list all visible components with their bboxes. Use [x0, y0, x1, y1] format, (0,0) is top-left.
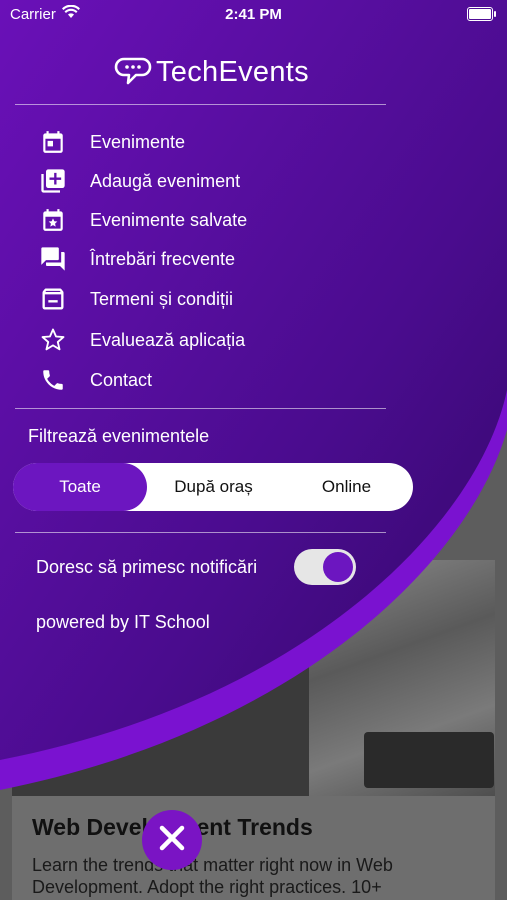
filter-segmented-control: Toate După oraș Online — [13, 463, 413, 511]
app-title: TechEvents — [156, 55, 309, 88]
inbox-icon — [38, 284, 68, 314]
menu-item-label: Evenimente salvate — [90, 209, 248, 230]
powered-by-label: powered by IT School — [36, 612, 210, 632]
calendar-star-icon — [38, 205, 68, 235]
menu-item-intrebari-frecvente[interactable]: Întrebări frecvente — [38, 243, 235, 275]
close-icon — [157, 823, 187, 858]
forum-icon — [38, 244, 68, 274]
menu-item-evalueaza-aplicatia[interactable]: Evaluează aplicația — [38, 324, 245, 356]
menu-item-label: Contact — [90, 369, 153, 390]
status-bar: Carrier 2:41 PM — [0, 0, 507, 28]
toggle-knob — [323, 552, 353, 582]
battery-icon — [467, 7, 496, 21]
divider-middle — [15, 408, 386, 409]
notifications-label: Doresc să primesc notificări — [36, 557, 258, 577]
menu-item-evenimente-salvate[interactable]: Evenimente salvate — [38, 204, 247, 236]
divider-top — [15, 104, 386, 105]
segment-toate[interactable]: Toate — [13, 463, 147, 511]
add-box-icon — [38, 166, 68, 196]
status-time: 2:41 PM — [225, 6, 282, 23]
menu-item-adauga-eveniment[interactable]: Adaugă eveniment — [38, 165, 240, 197]
close-drawer-button[interactable] — [142, 810, 202, 870]
menu-item-label: Termeni și condiții — [90, 288, 234, 309]
notifications-toggle[interactable] — [294, 549, 356, 585]
chat-bubble-icon — [114, 51, 152, 94]
segment-dupa-oras[interactable]: După oraș — [147, 463, 280, 511]
menu-item-evenimente[interactable]: Evenimente — [38, 126, 185, 158]
segment-online[interactable]: Online — [280, 463, 413, 511]
menu-item-label: Evenimente — [90, 131, 186, 152]
divider-bottom — [15, 532, 386, 533]
menu-item-label: Adaugă eveniment — [90, 170, 241, 191]
phone-icon — [38, 365, 68, 395]
filter-title: Filtrează evenimentele — [28, 426, 210, 446]
menu-item-termeni-si-conditii[interactable]: Termeni și condiții — [38, 283, 233, 315]
menu-item-label: Întrebări frecvente — [90, 248, 236, 269]
menu-item-label: Evaluează aplicația — [90, 329, 246, 350]
menu-item-contact[interactable]: Contact — [38, 364, 152, 396]
star-outline-icon — [38, 325, 68, 355]
calendar-icon — [38, 127, 68, 157]
app-logo: TechEvents — [114, 50, 309, 94]
